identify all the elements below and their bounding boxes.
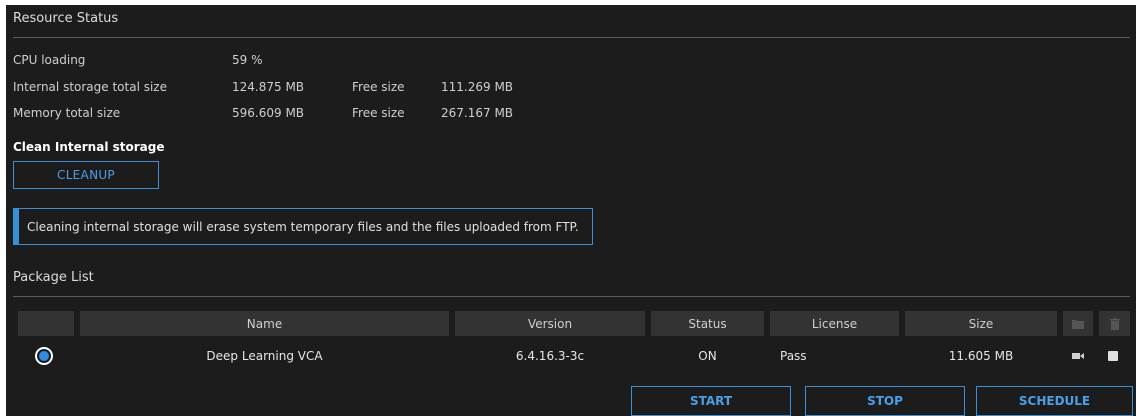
memory-free-label: Free size (352, 106, 405, 120)
cpu-value: 59 % (232, 53, 263, 67)
storage-free: 111.269 MB (441, 80, 514, 94)
package-list-title: Package List (13, 270, 94, 285)
cpu-label: CPU loading (13, 53, 86, 67)
package-size: 11.605 MB (948, 349, 1014, 363)
column-header-version: Version (455, 311, 645, 336)
storage-total: 124.875 MB (232, 80, 305, 94)
package-select-radio[interactable] (35, 347, 53, 365)
video-camera-icon[interactable] (1072, 347, 1086, 365)
resource-panel: Resource Status CPU loading 59 % Interna… (6, 5, 1136, 416)
select-column-header (18, 311, 74, 336)
column-header-size: Size (905, 311, 1057, 336)
trash-icon (1099, 311, 1130, 336)
column-header-name: Name (80, 311, 449, 336)
column-header-license: License (770, 311, 899, 336)
storage-free-label: Free size (352, 80, 405, 94)
folder-icon (1063, 311, 1093, 336)
memory-label: Memory total size (13, 106, 121, 120)
package-license: Pass (780, 349, 807, 363)
resource-status-title: Resource Status (13, 11, 119, 26)
clean-storage-title: Clean Internal storage (13, 140, 165, 154)
schedule-button[interactable]: SCHEDULE (976, 386, 1133, 416)
cleanup-notice-text: Cleaning internal storage will erase sys… (27, 219, 579, 234)
memory-free: 267.167 MB (441, 106, 514, 120)
divider (13, 37, 1130, 38)
column-header-status: Status (651, 311, 764, 336)
package-version: 6.4.16.3-3c (515, 349, 585, 363)
package-status: ON (698, 349, 717, 363)
memory-total: 596.609 MB (232, 106, 305, 120)
divider (13, 296, 1130, 297)
package-name: Deep Learning VCA (206, 349, 323, 363)
storage-label: Internal storage total size (13, 80, 167, 94)
package-checkbox[interactable] (1108, 347, 1122, 365)
cleanup-button[interactable]: CLEANUP (13, 161, 159, 189)
cleanup-notice: Cleaning internal storage will erase sys… (13, 208, 593, 245)
stop-button[interactable]: STOP (805, 386, 965, 416)
start-button[interactable]: START (631, 386, 791, 416)
